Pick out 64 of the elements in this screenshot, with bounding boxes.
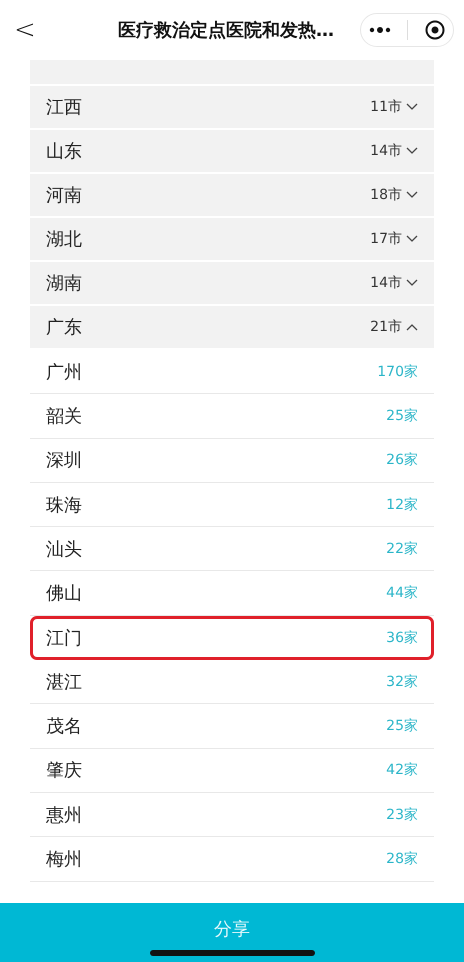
province-name: 江西 xyxy=(46,96,82,119)
city-row[interactable]: 佛山 44家 xyxy=(30,571,434,616)
city-name: 茂名 xyxy=(46,715,82,738)
hospital-count: 23家 xyxy=(386,806,418,824)
city-name: 惠州 xyxy=(46,804,82,827)
city-name: 梅州 xyxy=(46,848,82,871)
hospital-count: 25家 xyxy=(386,717,418,736)
hospital-count: 42家 xyxy=(386,761,418,780)
hospital-count: 44家 xyxy=(386,584,418,602)
hospital-count: 22家 xyxy=(386,540,418,558)
province-name: 山东 xyxy=(46,140,82,163)
hospital-count: 170家 xyxy=(377,362,418,381)
city-name: 深圳 xyxy=(46,449,82,472)
city-row[interactable]: 江门 36家 xyxy=(30,616,434,660)
chevron-icon xyxy=(406,103,418,111)
page-title: 医疗救治定点医院和发热… xyxy=(118,19,334,42)
hospital-count: 25家 xyxy=(386,406,418,425)
province-row[interactable]: 山东 14市 xyxy=(30,130,434,172)
city-count: 21市 xyxy=(370,318,402,336)
city-count: 14市 xyxy=(370,142,402,160)
chevron-icon xyxy=(406,235,418,243)
hospital-count: 28家 xyxy=(386,850,418,868)
city-count: 11市 xyxy=(370,98,402,116)
province-name: 广东 xyxy=(46,316,82,339)
province-row[interactable]: 湖北 17市 xyxy=(30,218,434,260)
hospital-count: 36家 xyxy=(386,628,418,647)
city-name: 肇庆 xyxy=(46,759,82,782)
province-row[interactable]: 广东 21市 xyxy=(30,306,434,348)
hospital-count: 12家 xyxy=(386,496,418,514)
city-name: 汕头 xyxy=(46,538,82,561)
city-name: 湛江 xyxy=(46,670,82,694)
city-row[interactable]: 广州 170家 xyxy=(30,350,434,394)
city-name: 广州 xyxy=(46,360,82,384)
city-name: 佛山 xyxy=(46,582,82,606)
city-row[interactable]: 梅州 28家 xyxy=(30,837,434,882)
province-row[interactable]: 江西 11市 xyxy=(30,86,434,128)
province-row[interactable]: 湖南 14市 xyxy=(30,262,434,304)
province-name: 河南 xyxy=(46,184,82,207)
city-row[interactable]: 惠州 23家 xyxy=(30,792,434,838)
city-row[interactable]: 汕头 22家 xyxy=(30,527,434,572)
chevron-icon xyxy=(406,191,418,199)
hospital-count: 26家 xyxy=(386,451,418,470)
back-button[interactable]: < xyxy=(14,15,36,45)
city-count: 18市 xyxy=(370,186,402,204)
city-name: 江门 xyxy=(46,626,82,650)
city-name: 韶关 xyxy=(46,404,82,428)
city-row[interactable]: 茂名 25家 xyxy=(30,704,434,749)
city-row[interactable]: 肇庆 42家 xyxy=(30,748,434,793)
city-name: 珠海 xyxy=(46,494,82,517)
province-name: 湖北 xyxy=(46,228,82,251)
city-row[interactable]: 韶关 25家 xyxy=(30,394,434,439)
province-row[interactable]: 河南 18市 xyxy=(30,174,434,216)
city-row[interactable]: 珠海 12家 xyxy=(30,482,434,528)
city-row[interactable]: 湛江 32家 xyxy=(30,660,434,704)
city-count: 17市 xyxy=(370,230,402,248)
chevron-icon xyxy=(406,147,418,155)
chevron-icon xyxy=(406,279,418,287)
chevron-icon xyxy=(406,323,418,331)
city-count: 14市 xyxy=(370,274,402,292)
more-icon[interactable] xyxy=(369,27,392,33)
hospital-count: 32家 xyxy=(386,672,418,691)
city-row[interactable]: 深圳 26家 xyxy=(30,438,434,483)
close-mini-program-icon[interactable] xyxy=(424,20,445,40)
province-name: 湖南 xyxy=(46,272,82,295)
